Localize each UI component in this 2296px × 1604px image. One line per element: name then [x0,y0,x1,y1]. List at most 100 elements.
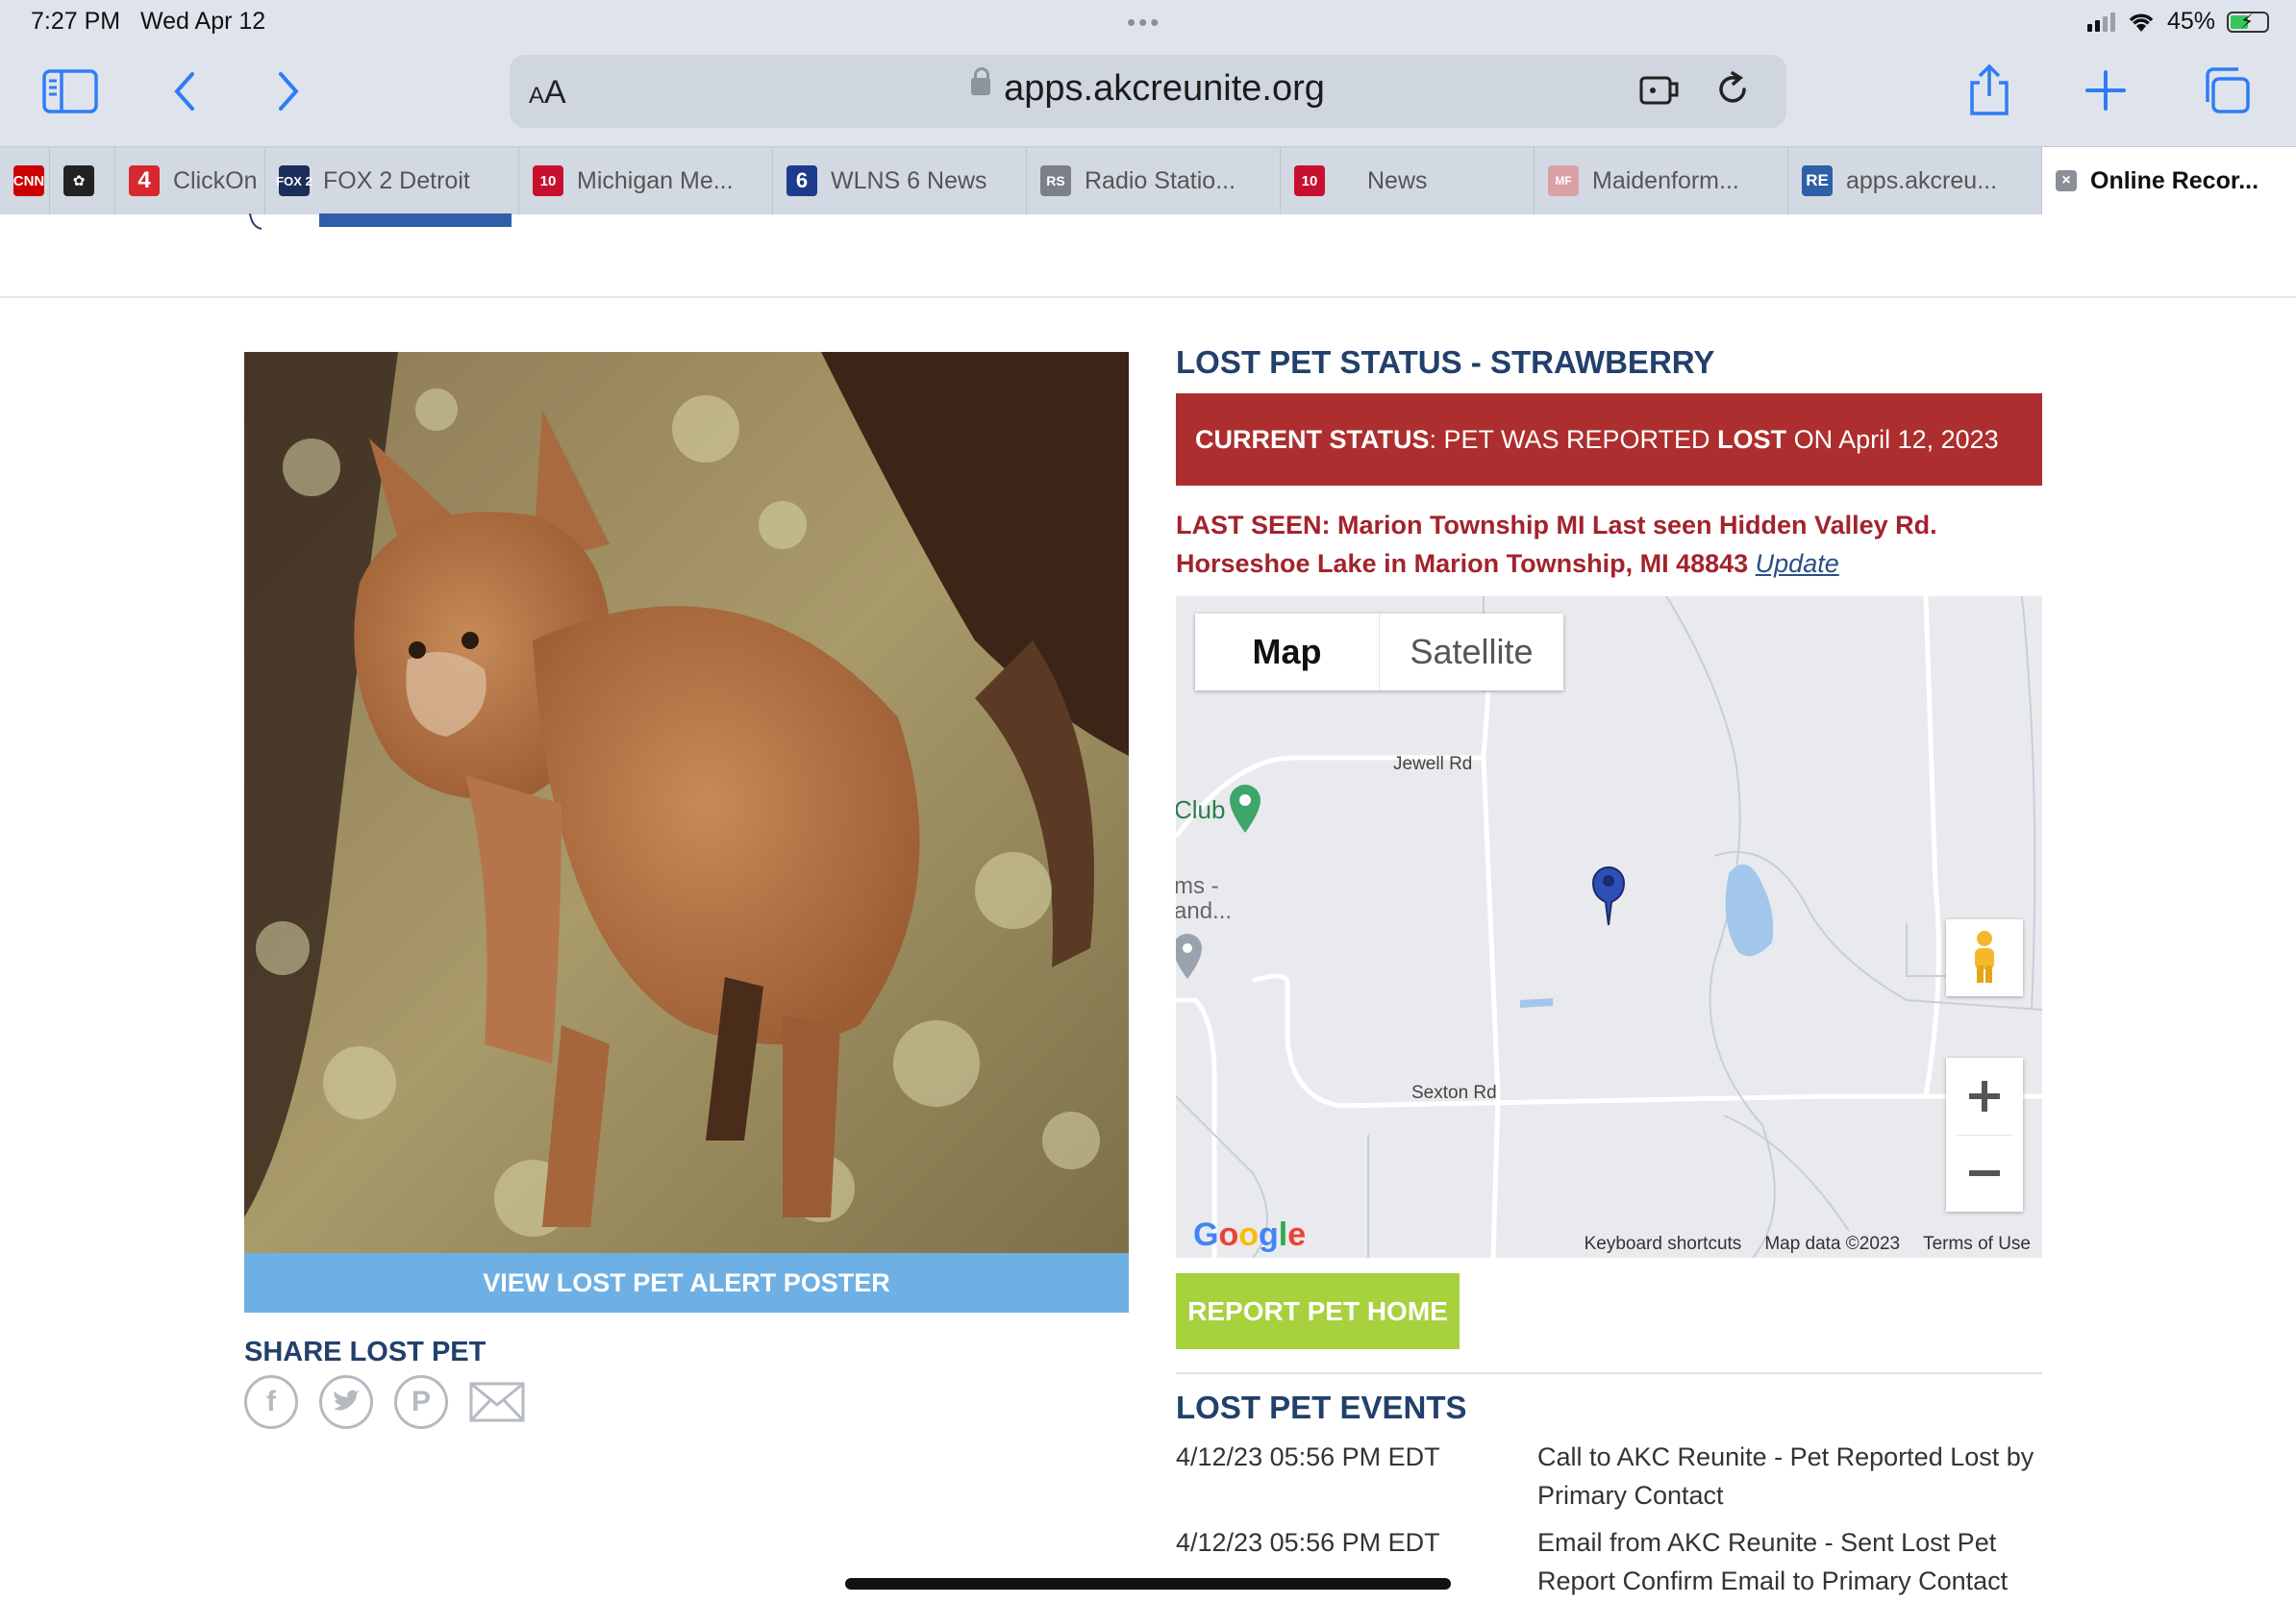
url-value: apps.akcreunite.org [1004,68,1325,109]
plus-icon [1969,1080,2000,1112]
new-tab-button[interactable] [2083,67,2129,113]
chevron-right-icon [279,72,299,111]
club-label: Club [1176,795,1226,824]
tab-radio[interactable]: RS Radio Statio... [1027,147,1281,214]
terms-of-use-link[interactable]: Terms of Use [1923,1234,2031,1255]
pinterest-icon[interactable]: P [394,1375,448,1429]
news10-favicon-icon: 10 [1294,165,1325,196]
home-indicator[interactable] [845,1578,1451,1590]
share-title: SHARE LOST PET [244,1337,487,1367]
status-text-1: : PET WAS REPORTED [1429,424,1718,454]
event-date: 4/12/23 05:56 PM EDT [1176,1528,1440,1557]
lost-pet-status-title: LOST PET STATUS - STRAWBERRY [1176,344,1715,380]
map-type-toggle: Map Satellite [1195,614,1563,690]
battery-percent: 45% [2166,8,2215,35]
wdiv4-favicon-icon: 4 [129,165,160,196]
sidebar-toggle-icon[interactable] [42,69,98,113]
update-link[interactable]: Update [1756,549,1839,578]
poi-label-2: and... [1176,898,1233,924]
map-footer: Keyboard shortcuts Map data ©2023 Terms … [1585,1231,2042,1258]
share-icon [1970,63,2009,115]
tab-nbc[interactable]: ✿ [50,147,115,214]
radio-favicon-icon: RS [1040,165,1071,196]
gray-place-pin-icon[interactable] [1176,931,1205,981]
tab-label: ClickOn [173,166,258,194]
satellite-tab[interactable]: Satellite [1380,614,1563,690]
tab-michigan[interactable]: 10 Michigan Me... [519,147,773,214]
status-lost: LOST [1717,424,1787,454]
view-poster-button[interactable]: VIEW LOST PET ALERT POSTER [244,1253,1129,1313]
back-button[interactable] [167,69,202,113]
status-label: CURRENT STATUS [1195,424,1430,454]
share-button[interactable] [1965,63,2013,117]
status-bar: 7:27 PM Wed Apr 12 ••• 45% ⚡ [0,0,2296,44]
tab-label: apps.akcreu... [1846,166,1998,194]
status-time: 7:27 PM [31,8,121,35]
jewell-rd-label: Jewell Rd [1393,754,1473,774]
poi-label-1: ms - [1176,873,1219,899]
twitter-icon[interactable] [319,1375,373,1429]
zoom-controls [1946,1058,2023,1212]
url-text[interactable]: apps.akcreunite.org [510,66,1786,110]
extensions-icon[interactable] [1638,70,1683,109]
street-view-button[interactable] [1946,919,2023,996]
news10-favicon-icon: 10 [533,165,563,196]
lock-icon [971,66,991,95]
forward-button[interactable] [271,69,306,113]
nbc-favicon-icon: ✿ [63,165,94,196]
pet-location-pin-icon[interactable] [1589,864,1628,927]
map-tab[interactable]: Map [1195,614,1380,690]
tab-bar: CNN ✿ 4 ClickOn FOX 2 FOX 2 Detroit 10 Mich… [0,146,2296,214]
zoom-in-button[interactable] [1956,1058,2013,1136]
fox2-favicon-icon: FOX 2 [276,165,312,196]
sexton-rd-label: Sexton Rd [1411,1083,1497,1103]
keyboard-shortcuts-link[interactable]: Keyboard shortcuts [1585,1234,1742,1255]
tab-clickon[interactable]: 4 ClickOn [115,147,265,214]
map-data-label: Map data ©2023 [1764,1234,1901,1254]
status-date: Wed Apr 12 [140,8,266,35]
tab-online-records[interactable]: × Online Recor... [2042,147,2296,214]
tab-maidenform[interactable]: MF Maidenform... [1535,147,1788,214]
tab-fox2[interactable]: FOX 2 FOX 2 Detroit [265,147,519,214]
event-date: 4/12/23 05:56 PM EDT [1176,1442,1440,1471]
status-text-2: ON April 12, 2023 [1786,424,1999,454]
pet-photo [244,352,1129,1253]
event-text: Email from AKC Reunite - Sent Lost Pet R… [1537,1528,2009,1595]
multitasking-dots-icon[interactable]: ••• [1127,8,1161,38]
last-seen-info: LAST SEEN: Marion Township MI Last seen … [1176,506,2041,583]
tabs-icon [2206,67,2250,113]
tab-wlns[interactable]: 6 WLNS 6 News [773,147,1027,214]
location-map[interactable]: Map Satellite Jewell Rd Sexton Rd Club m… [1176,596,2042,1258]
browser-chrome: 7:27 PM Wed Apr 12 ••• 45% ⚡ AA apps.akc… [0,0,2296,214]
tab-cnn[interactable]: CNN [0,147,50,214]
wifi-icon [2129,13,2154,32]
lost-pet-events-title: LOST PET EVENTS [1176,1390,1467,1425]
header-divider [0,296,2296,298]
google-logo[interactable]: Google [1193,1216,1306,1254]
site-logo[interactable] [240,213,529,233]
close-tab-icon[interactable]: × [2056,170,2077,191]
tab-label: Online Recor... [2090,166,2259,194]
tab-akcreunite[interactable]: RE apps.akcreu... [1788,147,2042,214]
tab-news[interactable]: 10 News [1281,147,1535,214]
share-icons: f P [244,1375,525,1429]
chevron-left-icon [174,72,194,111]
facebook-icon[interactable]: f [244,1375,298,1429]
cnn-favicon-icon: CNN [13,165,44,196]
battery-icon: ⚡ [2227,11,2269,33]
cellular-signal-icon [2086,12,2115,32]
status-indicators: 45% ⚡ [2086,8,2269,36]
tab-label: Michigan Me... [577,166,734,194]
tab-overview-button[interactable] [2200,65,2252,115]
event-text: Call to AKC Reunite - Pet Reported Lost … [1537,1442,2034,1510]
reload-icon[interactable] [1713,70,1752,109]
green-place-pin-icon[interactable] [1226,781,1264,835]
mail-icon[interactable] [469,1382,525,1422]
current-status-banner: CURRENT STATUS: PET WAS REPORTED LOST ON… [1176,393,2042,486]
report-pet-home-button[interactable]: REPORT PET HOME [1176,1273,1460,1349]
events-divider [1176,1372,2042,1374]
address-bar[interactable]: AA apps.akcreunite.org [510,55,1786,128]
maidenform-favicon-icon: MF [1548,165,1579,196]
minus-icon [1969,1170,2000,1177]
zoom-out-button[interactable] [1967,1136,2002,1213]
